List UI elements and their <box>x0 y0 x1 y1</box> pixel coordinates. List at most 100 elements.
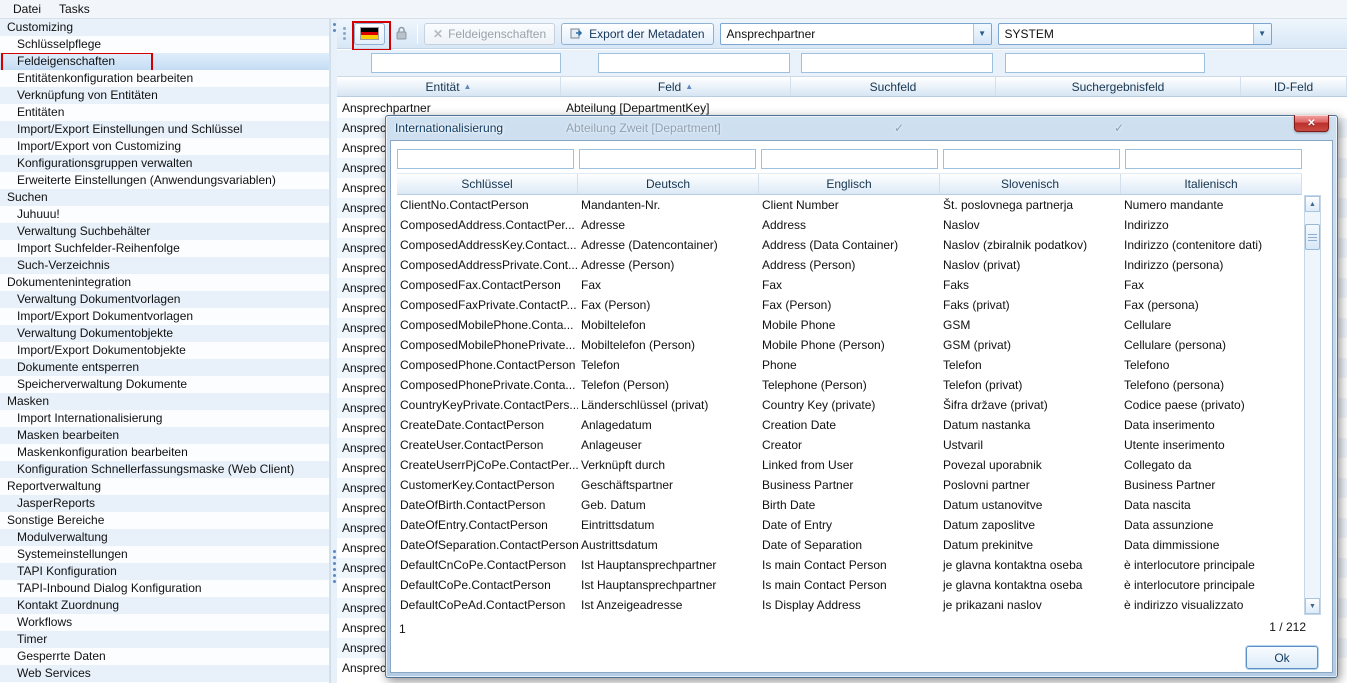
dialog-table-row[interactable]: ComposedPhone.ContactPersonTelefonPhoneT… <box>397 355 1302 375</box>
sidebar-item[interactable]: Reportverwaltung <box>0 478 329 495</box>
scroll-up-button[interactable]: ▲ <box>1305 196 1320 212</box>
main-column-header[interactable]: Suchfeld <box>791 77 996 96</box>
sidebar-item[interactable]: Speicherverwaltung Dokumente <box>0 376 329 393</box>
sidebar-item[interactable]: Suchen <box>0 189 329 206</box>
dialog-table-row[interactable]: CreateUserrPjCoPe.ContactPer...Verknüpft… <box>397 455 1302 475</box>
dialog-filter-input-3[interactable] <box>943 149 1120 169</box>
system-select[interactable]: SYSTEM ▼ <box>998 23 1272 45</box>
sidebar-item[interactable]: Verwaltung Suchbehälter <box>0 223 329 240</box>
main-column-header[interactable]: ID-Feld <box>1241 77 1347 96</box>
sidebar-item[interactable]: Sonstige Bereiche <box>0 512 329 529</box>
dialog-column-header[interactable]: Italienisch <box>1121 174 1302 194</box>
sidebar-item[interactable]: Verwaltung Dokumentobjekte <box>0 325 329 342</box>
sidebar-splitter[interactable] <box>330 19 337 683</box>
dialog-table-row[interactable]: ComposedAddressPrivate.Cont...Adresse (P… <box>397 255 1302 275</box>
dialog-table-row[interactable]: ComposedMobilePhonePrivate...Mobiltelefo… <box>397 335 1302 355</box>
menu-item-datei[interactable]: Datei <box>4 1 50 17</box>
sidebar-item[interactable]: Import Internationalisierung <box>0 410 329 427</box>
sidebar-item[interactable]: Modulverwaltung <box>0 529 329 546</box>
sidebar-item[interactable]: Masken <box>0 393 329 410</box>
chevron-down-icon[interactable]: ▼ <box>973 24 991 44</box>
sidebar-item[interactable]: Gesperrte Daten <box>0 648 329 665</box>
export-metadata-button[interactable]: Export der Metadaten <box>561 23 713 45</box>
dialog-table-row[interactable]: ComposedAddressKey.Contact...Adresse (Da… <box>397 235 1302 255</box>
dialog-table-row[interactable]: CreateDate.ContactPersonAnlagedatumCreat… <box>397 415 1302 435</box>
dialog-table-row[interactable]: DefaultCnCoPe.ContactPersonIst Hauptansp… <box>397 555 1302 575</box>
menu-item-tasks[interactable]: Tasks <box>50 1 99 17</box>
dialog-filter-input-0[interactable] <box>397 149 574 169</box>
dialog-column-header[interactable]: Englisch <box>759 174 940 194</box>
main-filter-input-2[interactable] <box>801 53 993 73</box>
sidebar-item[interactable]: Import/Export Dokumentobjekte <box>0 342 329 359</box>
dialog-table-row[interactable]: ComposedAddress.ContactPer...AdresseAddr… <box>397 215 1302 235</box>
sidebar-item[interactable]: Entitäten <box>0 104 329 121</box>
dialog-table-row[interactable]: ComposedPhonePrivate.Conta...Telefon (Pe… <box>397 375 1302 395</box>
sidebar-item[interactable]: Kontakt Zuordnung <box>0 597 329 614</box>
dialog-table-row[interactable]: CreateUser.ContactPersonAnlageuserCreato… <box>397 435 1302 455</box>
sidebar-item[interactable]: Schlüsselpflege <box>0 36 329 53</box>
dialog-table-row[interactable]: DateOfSeparation.ContactPersonAustrittsd… <box>397 535 1302 555</box>
dialog-filter-input-1[interactable] <box>579 149 756 169</box>
main-column-header[interactable]: Entität▲ <box>337 77 561 96</box>
sidebar-item[interactable]: Import/Export Einstellungen und Schlüsse… <box>0 121 329 138</box>
scroll-down-button[interactable]: ▼ <box>1305 598 1320 614</box>
sidebar-item[interactable]: Entitätenkonfiguration bearbeiten <box>0 70 329 87</box>
dialog-table-row[interactable]: ClientNo.ContactPersonMandanten-Nr.Clien… <box>397 195 1302 215</box>
main-column-header[interactable]: Feld▲ <box>561 77 791 96</box>
sidebar-item[interactable]: Erweiterte Einstellungen (Anwendungsvari… <box>0 172 329 189</box>
dialog-table-row[interactable]: DateOfEntry.ContactPersonEintrittsdatumD… <box>397 515 1302 535</box>
main-filter-input-1[interactable] <box>598 53 790 73</box>
dialog-scrollbar[interactable]: ▲ ▼ <box>1304 195 1321 615</box>
sidebar-item[interactable]: Dokumente entsperren <box>0 359 329 376</box>
sidebar-item[interactable]: Timer <box>0 631 329 648</box>
dialog-table-row[interactable]: DefaultCoPe.ContactPersonIst Hauptanspre… <box>397 575 1302 595</box>
main-filter-input-3[interactable] <box>1005 53 1205 73</box>
sidebar-item[interactable]: Konfigurationsgruppen verwalten <box>0 155 329 172</box>
sidebar-item[interactable]: Konfiguration Schnellerfassungsmaske (We… <box>0 461 329 478</box>
ok-button[interactable]: Ok <box>1246 646 1318 669</box>
dialog-filter-input-2[interactable] <box>761 149 938 169</box>
sidebar-item[interactable]: TAPI-Inbound Dialog Konfiguration <box>0 580 329 597</box>
main-filter-input-0[interactable] <box>371 53 561 73</box>
dialog-column-header[interactable]: Schlüssel <box>397 174 578 194</box>
dialog-close-button[interactable]: ✕ <box>1294 115 1329 132</box>
sidebar-item[interactable]: Feldeigenschaften <box>0 53 329 70</box>
sidebar-item[interactable]: TAPI Konfiguration <box>0 563 329 580</box>
sidebar-item[interactable]: Workflows <box>0 614 329 631</box>
entity-select[interactable]: Ansprechpartner ▼ <box>720 23 992 45</box>
field-properties-button[interactable]: ✕ Feldeigenschaften <box>424 23 555 45</box>
sidebar-item[interactable]: Import Suchfelder-Reihenfolge <box>0 240 329 257</box>
sidebar-item[interactable]: Systemeinstellungen <box>0 546 329 563</box>
dialog-table-row[interactable]: CustomerKey.ContactPersonGeschäftspartne… <box>397 475 1302 495</box>
sidebar-item[interactable]: Masken bearbeiten <box>0 427 329 444</box>
sidebar-item[interactable]: Verknüpfung von Entitäten <box>0 87 329 104</box>
dialog-table-row[interactable]: ComposedMobilePhone.Conta...Mobiltelefon… <box>397 315 1302 335</box>
dialog-table-row[interactable]: ComposedFaxPrivate.ContactP...Fax (Perso… <box>397 295 1302 315</box>
sidebar-item[interactable]: Customizing <box>0 19 329 36</box>
sidebar-item[interactable]: JasperReports <box>0 495 329 512</box>
lock-button[interactable] <box>391 23 411 45</box>
dialog-column-header[interactable]: Deutsch <box>578 174 759 194</box>
dialog-column-header[interactable]: Slovenisch <box>940 174 1121 194</box>
scrollbar-thumb[interactable] <box>1305 224 1320 250</box>
dialog-table-row[interactable]: DateOfBirth.ContactPersonGeb. DatumBirth… <box>397 495 1302 515</box>
language-flag-button[interactable] <box>354 23 385 45</box>
dialog-filter-input-4[interactable] <box>1125 149 1302 169</box>
sidebar-item[interactable]: Juhuuu! <box>0 206 329 223</box>
dialog-table-row[interactable]: CountryKeyPrivate.ContactPers...Ländersc… <box>397 395 1302 415</box>
sidebar-item[interactable]: Web Services <box>0 665 329 682</box>
dialog-cell: Faks (privat) <box>940 295 1121 315</box>
sidebar-item[interactable]: Import/Export Dokumentvorlagen <box>0 308 329 325</box>
sidebar-item[interactable]: Dokumentenintegration <box>0 274 329 291</box>
dialog-titlebar[interactable]: Internationalisierung Abteilung Zweit [D… <box>386 116 1337 140</box>
dialog-cell: Adresse <box>578 215 759 235</box>
dialog-cell: Šifra države (privat) <box>940 395 1121 415</box>
dialog-table-row[interactable]: ComposedFax.ContactPersonFaxFaxFaksFax <box>397 275 1302 295</box>
sidebar-item[interactable]: Import/Export von Customizing <box>0 138 329 155</box>
dialog-table-row[interactable]: DefaultCoPeAd.ContactPersonIst Anzeigead… <box>397 595 1302 615</box>
sidebar-item[interactable]: Verwaltung Dokumentvorlagen <box>0 291 329 308</box>
main-column-header[interactable]: Suchergebnisfeld <box>996 77 1241 96</box>
sidebar-item[interactable]: Maskenkonfiguration bearbeiten <box>0 444 329 461</box>
chevron-down-icon[interactable]: ▼ <box>1253 24 1271 44</box>
sidebar-item[interactable]: Such-Verzeichnis <box>0 257 329 274</box>
